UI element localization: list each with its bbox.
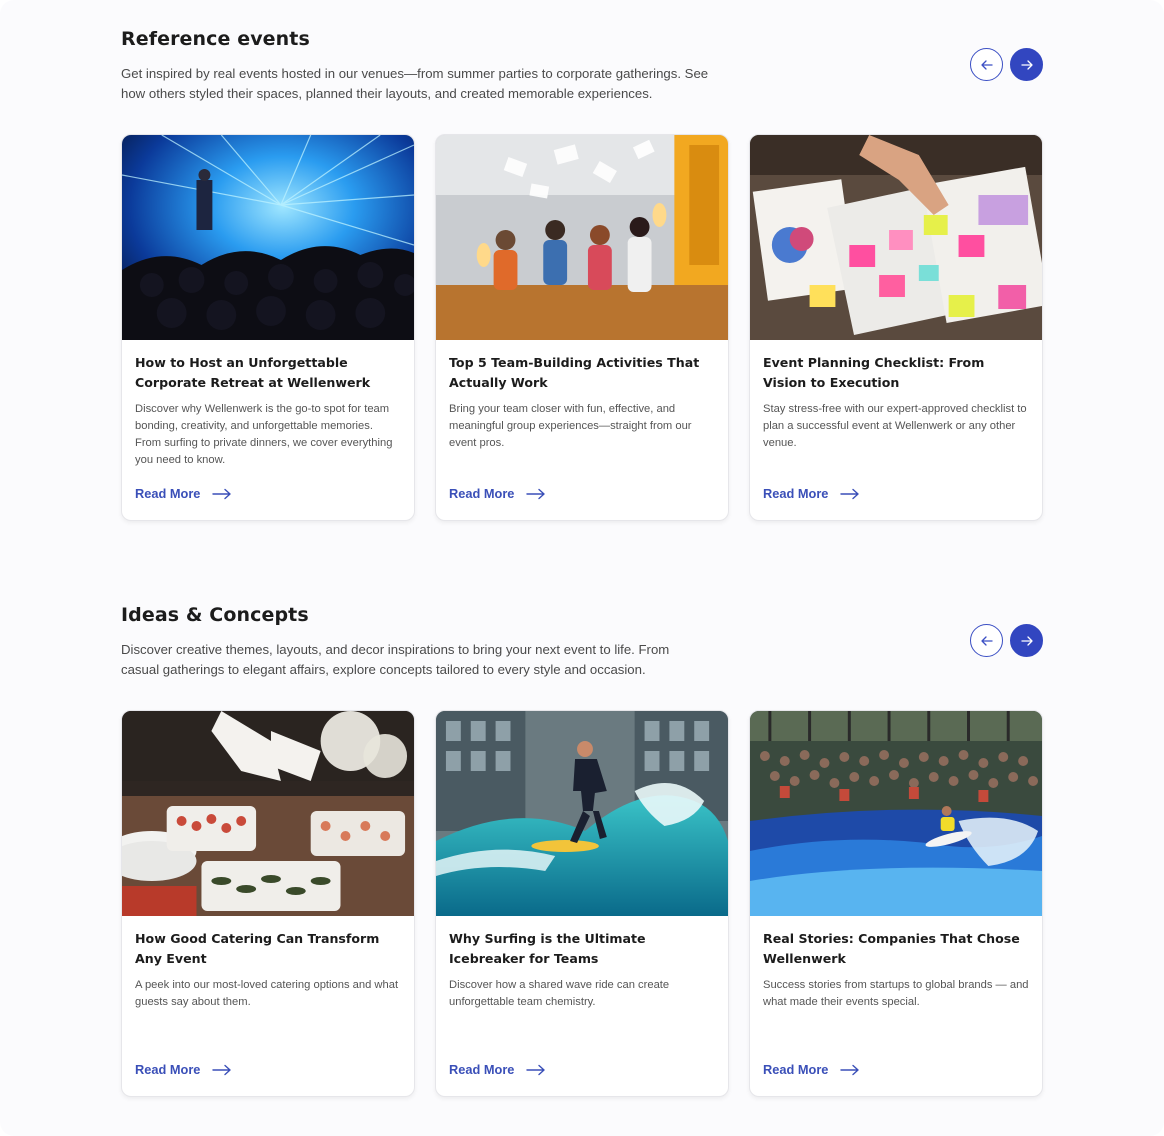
section-title: Reference events <box>121 28 310 50</box>
reference-events-section: Reference events Get inspired by real ev… <box>121 26 1043 521</box>
card-list: How to Host an Unforgettable Corporate R… <box>121 134 1043 521</box>
card-description: Stay stress-free with our expert-approve… <box>763 403 1027 449</box>
article-card[interactable]: How Good Catering Can Transform Any Even… <box>121 710 415 1097</box>
article-card[interactable]: Real Stories: Companies That Chose Welle… <box>749 710 1043 1097</box>
team-celebration-image <box>436 135 728 340</box>
read-more-link[interactable]: Read More <box>763 1062 860 1077</box>
card-title: Why Surfing is the Ultimate Icebreaker f… <box>449 931 646 966</box>
planning-notes-image <box>750 135 1042 340</box>
conference-stage-image <box>122 135 414 340</box>
read-more-link[interactable]: Read More <box>449 486 546 501</box>
long-arrow-right-icon <box>840 488 860 499</box>
card-title: Top 5 Team-Building Activities That Actu… <box>449 355 700 390</box>
page: Reference events Get inspired by real ev… <box>0 0 1164 1136</box>
card-body: Why Surfing is the Ultimate Icebreaker f… <box>436 916 728 1011</box>
card-body: Real Stories: Companies That Chose Welle… <box>750 916 1042 1011</box>
section-description: Get inspired by real events hosted in ou… <box>121 66 709 101</box>
arrow-right-icon <box>1020 59 1033 70</box>
long-arrow-right-icon <box>212 488 232 499</box>
read-more-label: Read More <box>135 486 201 501</box>
ideas-concepts-section: Ideas & Concepts Discover creative theme… <box>121 602 1043 1097</box>
card-title: How Good Catering Can Transform Any Even… <box>135 931 380 966</box>
arrow-left-icon <box>980 635 993 646</box>
long-arrow-right-icon <box>526 488 546 499</box>
card-body: How to Host an Unforgettable Corporate R… <box>122 340 414 469</box>
card-description: Success stories from startups to global … <box>763 979 1029 1008</box>
read-more-label: Read More <box>449 486 515 501</box>
article-card[interactable]: Top 5 Team-Building Activities That Actu… <box>435 134 729 521</box>
read-more-link[interactable]: Read More <box>135 486 232 501</box>
article-card[interactable]: How to Host an Unforgettable Corporate R… <box>121 134 415 521</box>
card-body: Event Planning Checklist: From Vision to… <box>750 340 1042 452</box>
card-title: Event Planning Checklist: From Vision to… <box>763 355 985 390</box>
read-more-link[interactable]: Read More <box>449 1062 546 1077</box>
article-card[interactable]: Event Planning Checklist: From Vision to… <box>749 134 1043 521</box>
section-description: Discover creative themes, layouts, and d… <box>121 642 670 677</box>
long-arrow-right-icon <box>212 1064 232 1075</box>
read-more-label: Read More <box>135 1062 201 1077</box>
carousel-next-button[interactable] <box>1010 624 1043 657</box>
article-card[interactable]: Why Surfing is the Ultimate Icebreaker f… <box>435 710 729 1097</box>
catering-buffet-image <box>122 711 414 916</box>
read-more-label: Read More <box>449 1062 515 1077</box>
read-more-link[interactable]: Read More <box>763 486 860 501</box>
carousel-nav <box>970 48 1043 81</box>
card-body: Top 5 Team-Building Activities That Actu… <box>436 340 728 452</box>
indoor-surfer-image <box>436 711 728 916</box>
read-more-label: Read More <box>763 1062 829 1077</box>
carousel-nav <box>970 624 1043 657</box>
card-title: How to Host an Unforgettable Corporate R… <box>135 355 371 390</box>
carousel-next-button[interactable] <box>1010 48 1043 81</box>
arrow-left-icon <box>980 59 993 70</box>
section-title: Ideas & Concepts <box>121 604 309 626</box>
card-title: Real Stories: Companies That Chose Welle… <box>763 931 1020 966</box>
card-list: How Good Catering Can Transform Any Even… <box>121 710 1043 1097</box>
long-arrow-right-icon <box>526 1064 546 1075</box>
card-description: Discover why Wellenwerk is the go-to spo… <box>135 403 393 466</box>
carousel-prev-button[interactable] <box>970 624 1003 657</box>
surf-crowd-image <box>750 711 1042 916</box>
read-more-label: Read More <box>763 486 829 501</box>
long-arrow-right-icon <box>840 1064 860 1075</box>
read-more-link[interactable]: Read More <box>135 1062 232 1077</box>
card-description: Bring your team closer with fun, effecti… <box>449 403 692 449</box>
carousel-prev-button[interactable] <box>970 48 1003 81</box>
card-description: Discover how a shared wave ride can crea… <box>449 979 670 1008</box>
card-description: A peek into our most-loved catering opti… <box>135 979 399 1008</box>
arrow-right-icon <box>1020 635 1033 646</box>
card-body: How Good Catering Can Transform Any Even… <box>122 916 414 1011</box>
